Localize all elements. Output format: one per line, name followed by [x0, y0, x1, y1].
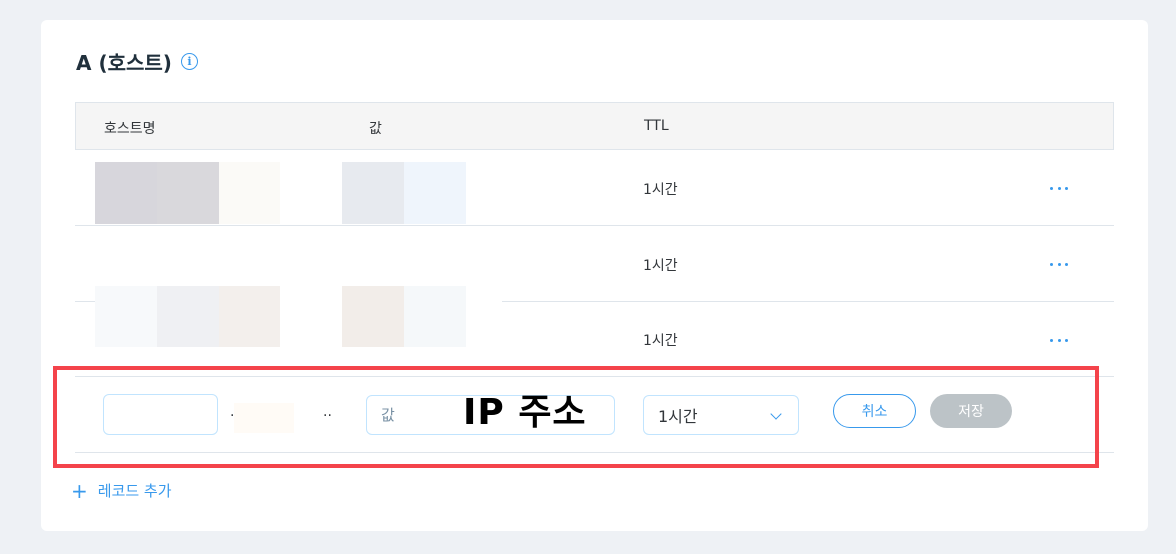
ttl-cell: 1시간	[643, 333, 678, 349]
add-record-label: 레코드 추가	[97, 482, 172, 500]
redacted-hostname-block	[95, 162, 157, 224]
redacted-hostname-block	[219, 162, 280, 224]
column-header-hostname: 호스트명	[104, 121, 156, 137]
more-options-icon[interactable]	[1050, 185, 1068, 191]
add-record-button[interactable]: + 레코드 추가	[71, 480, 172, 501]
redacted-hostname-block	[219, 286, 280, 347]
column-header-ttl: TTL	[644, 118, 669, 134]
redacted-hostname-block	[157, 286, 219, 347]
redacted-hostname-block	[157, 162, 219, 224]
more-options-icon[interactable]	[1050, 261, 1068, 267]
redacted-value-block	[404, 286, 466, 347]
column-header-value: 값	[369, 121, 382, 137]
redacted-value-block	[342, 162, 404, 224]
redacted-hostname-block	[95, 286, 157, 347]
redacted-value-block	[342, 286, 404, 347]
info-icon[interactable]: i	[180, 53, 198, 70]
highlight-box	[53, 366, 1099, 468]
redacted-value-block	[404, 162, 466, 224]
row-divider	[75, 301, 95, 302]
section-title-text: A (호스트)	[76, 51, 172, 75]
ttl-cell: 1시간	[643, 182, 678, 198]
plus-icon: +	[71, 478, 88, 503]
ttl-cell: 1시간	[643, 258, 678, 274]
row-divider	[502, 301, 1114, 302]
section-title: A (호스트) i	[76, 47, 198, 76]
table-header: 호스트명 값 TTL	[75, 102, 1114, 150]
row-divider	[75, 225, 1114, 226]
more-options-icon[interactable]	[1050, 337, 1068, 343]
